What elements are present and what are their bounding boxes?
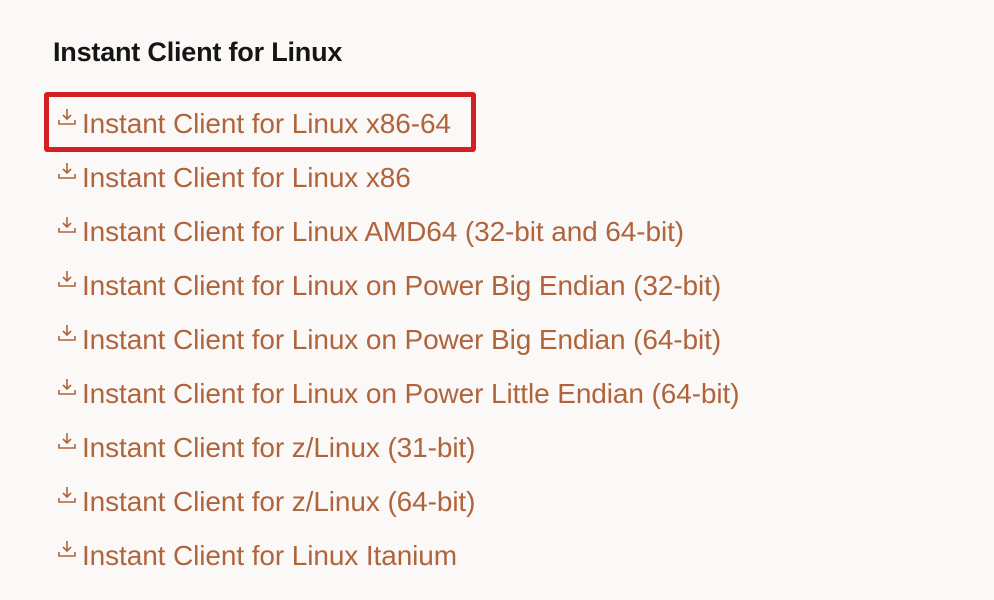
link-label: Instant Client for z/Linux (64-bit)	[82, 486, 476, 517]
list-item: Instant Client for Linux on Power Big En…	[56, 320, 739, 374]
download-icon	[58, 163, 76, 179]
list-item: Instant Client for Linux on Power Big En…	[56, 266, 739, 320]
download-link-list: Instant Client for Linux x86-64 Instant …	[56, 104, 740, 590]
download-link-linux-x86[interactable]: Instant Client for Linux x86	[56, 158, 411, 198]
download-link-power-little-endian-64[interactable]: Instant Client for Linux on Power Little…	[56, 374, 740, 414]
download-icon	[58, 109, 76, 125]
link-label: Instant Client for Linux Itanium	[82, 540, 457, 571]
download-icon	[58, 433, 76, 449]
download-link-linux-itanium[interactable]: Instant Client for Linux Itanium	[56, 536, 457, 576]
list-item: Instant Client for Linux x86	[56, 158, 739, 212]
list-item: Instant Client for Linux x86-64	[56, 104, 739, 158]
download-link-linux-x86-64[interactable]: Instant Client for Linux x86-64	[56, 104, 451, 144]
link-label: Instant Client for Linux on Power Big En…	[82, 324, 722, 355]
list-item: Instant Client for Linux on Power Little…	[56, 374, 740, 428]
list-item: Instant Client for Linux AMD64 (32-bit a…	[56, 212, 739, 266]
download-link-zlinux-64[interactable]: Instant Client for z/Linux (64-bit)	[56, 482, 475, 522]
download-link-power-big-endian-64[interactable]: Instant Client for Linux on Power Big En…	[56, 320, 721, 360]
download-icon	[58, 325, 76, 341]
download-icon	[58, 271, 76, 287]
link-label: Instant Client for Linux AMD64 (32-bit a…	[82, 216, 684, 247]
download-icon	[58, 217, 76, 233]
download-icon	[58, 487, 76, 503]
section-title: Instant Client for Linux	[53, 37, 343, 67]
download-link-linux-amd64[interactable]: Instant Client for Linux AMD64 (32-bit a…	[56, 212, 684, 252]
link-label: Instant Client for Linux x86	[82, 162, 411, 193]
download-link-power-big-endian-32[interactable]: Instant Client for Linux on Power Big En…	[56, 266, 721, 306]
download-icon	[58, 379, 76, 395]
link-label: Instant Client for Linux on Power Big En…	[82, 270, 722, 301]
list-item: Instant Client for z/Linux (64-bit)	[56, 482, 739, 536]
list-item: Instant Client for Linux Itanium	[56, 536, 739, 590]
link-label: Instant Client for Linux x86-64	[82, 108, 451, 139]
link-label: Instant Client for Linux on Power Little…	[82, 378, 740, 409]
download-link-zlinux-31[interactable]: Instant Client for z/Linux (31-bit)	[56, 428, 475, 468]
list-item: Instant Client for z/Linux (31-bit)	[56, 428, 739, 482]
link-label: Instant Client for z/Linux (31-bit)	[82, 432, 476, 463]
download-icon	[58, 541, 76, 557]
